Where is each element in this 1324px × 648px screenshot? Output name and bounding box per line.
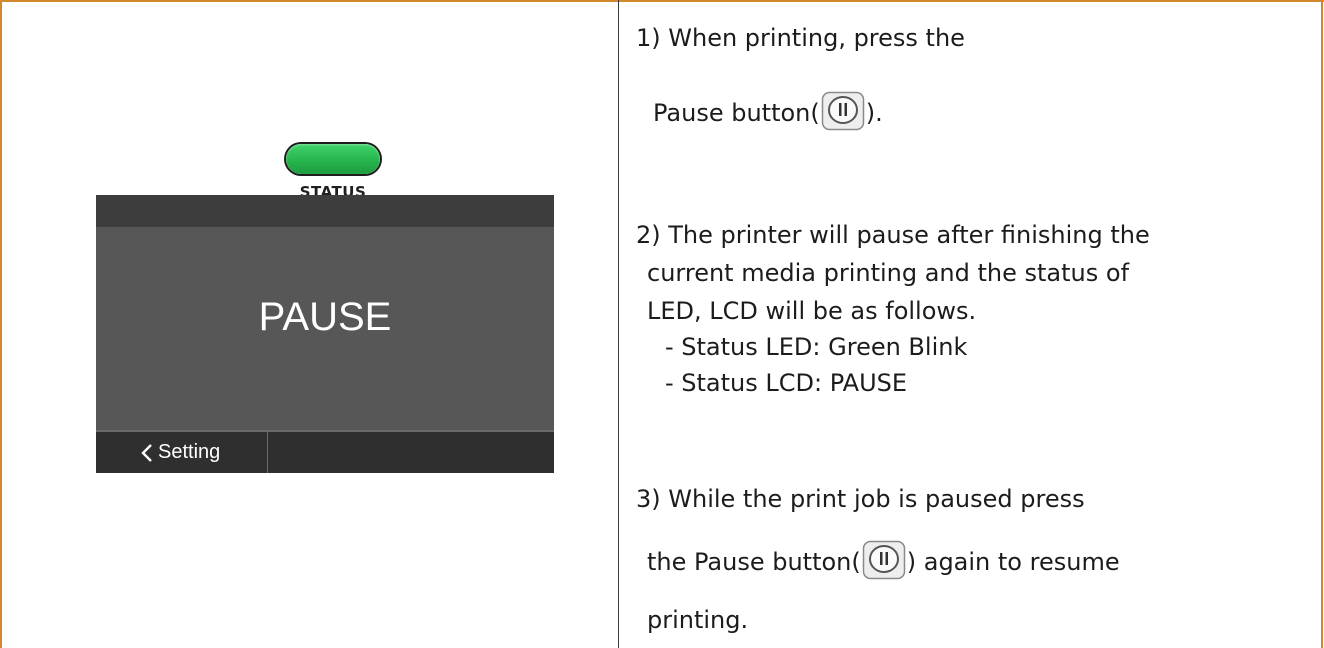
step-1-text-b: ). bbox=[865, 99, 883, 127]
step-3-line-1: 3) While the print job is paused press bbox=[636, 485, 1085, 513]
step-2-line-4: - Status LED: Green Blink bbox=[665, 333, 968, 361]
chevron-left-icon bbox=[141, 443, 152, 462]
lcd-top-bar bbox=[96, 195, 554, 227]
table-right-border bbox=[1321, 0, 1323, 648]
step-3-text-b: ) again to resume bbox=[906, 548, 1120, 576]
table-left-border bbox=[0, 0, 2, 648]
step-1-line-2: Pause button( ). bbox=[653, 91, 883, 131]
step-3-text-a: the Pause button( bbox=[647, 548, 861, 576]
status-led bbox=[286, 144, 380, 174]
lcd-bottom-bar: Setting bbox=[96, 430, 554, 473]
step-2-line-1: 2) The printer will pause after finishin… bbox=[636, 221, 1150, 249]
setting-button-label: Setting bbox=[158, 441, 221, 463]
lcd-screen: PAUSE Setting bbox=[96, 195, 554, 473]
setting-button[interactable]: Setting bbox=[96, 432, 268, 473]
table-column-divider bbox=[618, 0, 619, 648]
pause-button-icon bbox=[862, 540, 906, 580]
step-3-line-3: printing. bbox=[647, 606, 749, 634]
step-2-line-3: LED, LCD will be as follows. bbox=[647, 297, 977, 325]
table-top-border bbox=[0, 0, 1324, 2]
step-2-line-2: current media printing and the status of bbox=[647, 259, 1130, 287]
pause-button-icon bbox=[821, 91, 865, 131]
step-1-line-1: 1) When printing, press the bbox=[636, 24, 965, 52]
lcd-message: PAUSE bbox=[258, 295, 392, 339]
step-2-line-5: - Status LCD: PAUSE bbox=[665, 369, 908, 397]
step-1-text-a: Pause button( bbox=[653, 99, 820, 127]
step-3-line-2: the Pause button( ) again to resume bbox=[647, 540, 1120, 580]
